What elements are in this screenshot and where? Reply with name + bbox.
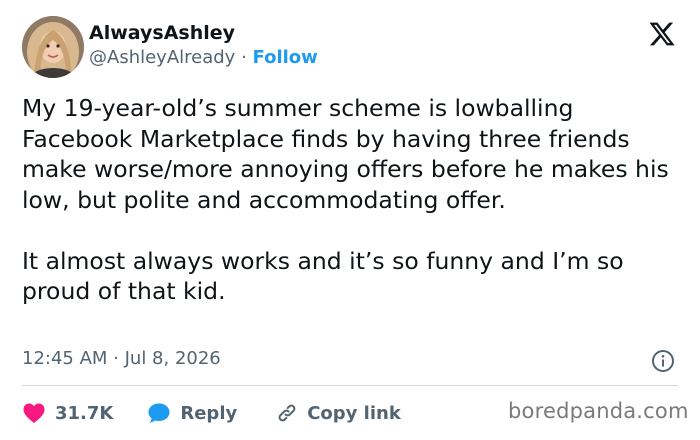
info-icon[interactable] xyxy=(651,349,675,373)
author-handle-line: @AshleyAlready · Follow xyxy=(89,47,318,68)
speech-bubble-icon xyxy=(148,403,170,423)
reply-label: Reply xyxy=(180,402,238,424)
divider xyxy=(22,385,678,386)
action-bar: 31.7K Reply Copy link xyxy=(22,398,401,428)
watermark: boredpanda.com xyxy=(508,399,689,423)
like-count: 31.7K xyxy=(55,402,114,424)
like-button[interactable]: 31.7K xyxy=(22,402,113,424)
reply-button[interactable]: Reply xyxy=(147,402,237,424)
handle-separator: · xyxy=(235,47,253,68)
avatar-image xyxy=(22,16,84,78)
heart-icon xyxy=(23,403,45,423)
author-handle[interactable]: @AshleyAlready xyxy=(89,47,235,68)
tweet-timestamp[interactable]: 12:45 AM · Jul 8, 2026 xyxy=(22,348,221,369)
tweet-text: My 19-year-old’s summer scheme is lowbal… xyxy=(22,93,672,307)
x-logo-icon[interactable] xyxy=(647,20,677,48)
avatar[interactable] xyxy=(22,16,84,78)
copy-link-label: Copy link xyxy=(307,402,401,424)
tweet-paragraph: My 19-year-old’s summer scheme is lowbal… xyxy=(22,94,669,214)
follow-button[interactable]: Follow xyxy=(253,47,318,68)
copy-link-button[interactable]: Copy link xyxy=(275,401,401,425)
tweet-paragraph: It almost always works and it’s so funny… xyxy=(22,246,624,306)
author-display-name[interactable]: AlwaysAshley xyxy=(89,22,235,44)
link-icon xyxy=(278,404,296,422)
